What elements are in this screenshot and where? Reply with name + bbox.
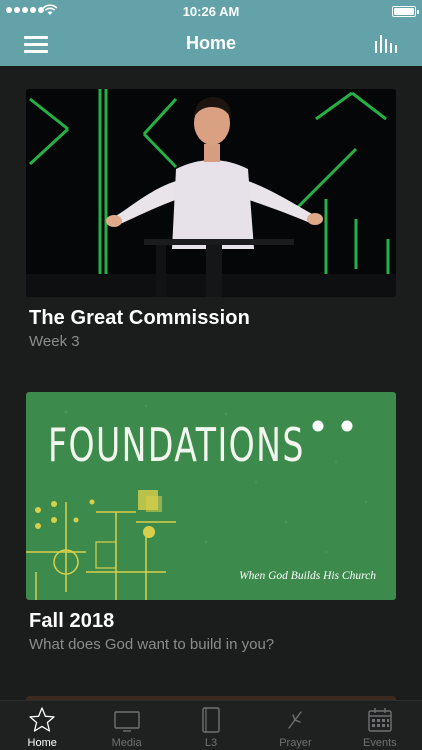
- tab-bar: Home Media L3 Prayer Events: [0, 700, 422, 750]
- tab-label: Media: [111, 737, 142, 749]
- series-artwork-title: FOUNDATIONS: [48, 418, 305, 472]
- series-artwork-tagline: When God Builds His Church: [239, 570, 376, 582]
- tab-label: Events: [363, 737, 397, 749]
- page-title: Home: [185, 33, 236, 53]
- tv-icon: [113, 711, 140, 732]
- equalizer-bars-icon[interactable]: [374, 33, 398, 53]
- star-icon: [29, 707, 55, 732]
- book-icon: [202, 707, 220, 733]
- sermon-subtitle: Week 3: [29, 333, 80, 350]
- series-title: Fall 2018: [29, 610, 115, 632]
- sermon-thumbnail[interactable]: [26, 89, 396, 297]
- status-bar: 10:26 AM: [0, 0, 422, 22]
- tab-home[interactable]: Home: [0, 701, 84, 750]
- series-card[interactable]: FOUNDATIONS When God Builds His Church F…: [26, 392, 396, 653]
- battery-icon: [392, 6, 419, 17]
- tab-l3[interactable]: L3: [169, 701, 253, 750]
- series-subtitle: What does God want to build in you?: [29, 636, 275, 653]
- tab-prayer[interactable]: Prayer: [253, 701, 337, 750]
- calendar-icon: [368, 708, 392, 732]
- tab-label: Home: [27, 737, 57, 749]
- tab-events[interactable]: Events: [338, 701, 422, 750]
- sermon-title: The Great Commission: [29, 307, 250, 329]
- tab-media[interactable]: Media: [84, 701, 168, 750]
- tab-label: Prayer: [279, 737, 312, 749]
- preacher-image: [26, 89, 396, 297]
- tab-label: L3: [204, 737, 218, 749]
- sermon-card[interactable]: The Great Commission Week 3: [26, 89, 396, 350]
- nav-bar: Home: [0, 22, 422, 66]
- prayer-icon: [288, 711, 303, 729]
- series-thumbnail[interactable]: FOUNDATIONS When God Builds His Church: [26, 392, 396, 600]
- top-bar: 10:26 AM Home: [0, 0, 422, 66]
- content-feed: The Great Commission Week 3 FOUNDATIONS …: [0, 66, 422, 700]
- status-time: 10:26 AM: [182, 4, 240, 19]
